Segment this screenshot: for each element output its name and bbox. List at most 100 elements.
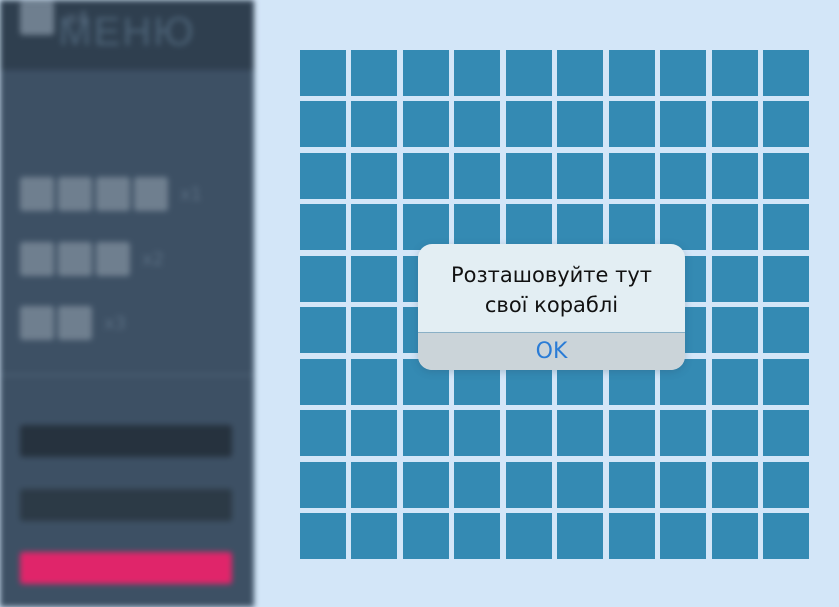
ship-cell xyxy=(96,177,130,211)
board-cell[interactable] xyxy=(711,152,758,199)
board-cell[interactable] xyxy=(711,101,758,148)
board-cell[interactable] xyxy=(454,50,501,96)
board-cell[interactable] xyxy=(505,101,552,148)
ship-cell xyxy=(20,242,54,276)
board-cell[interactable] xyxy=(608,50,655,96)
board-cell[interactable] xyxy=(454,152,501,199)
board-cell[interactable] xyxy=(711,461,758,508)
board-cell[interactable] xyxy=(454,512,501,559)
board-cell[interactable] xyxy=(505,461,552,508)
ship-count: x2 xyxy=(142,248,165,270)
board-cell[interactable] xyxy=(660,50,707,96)
board-cell[interactable] xyxy=(660,512,707,559)
board-cell[interactable] xyxy=(300,255,346,302)
board-cell[interactable] xyxy=(711,410,758,457)
board-cell[interactable] xyxy=(762,461,809,508)
menu-button-2[interactable] xyxy=(20,489,232,521)
board-cell[interactable] xyxy=(660,410,707,457)
board-cell[interactable] xyxy=(711,307,758,354)
board-cell[interactable] xyxy=(711,50,758,96)
board-cell[interactable] xyxy=(762,410,809,457)
board-cell[interactable] xyxy=(402,410,449,457)
ship-cell xyxy=(58,177,92,211)
ship-cell xyxy=(20,1,54,35)
ship-count: x3 xyxy=(104,312,127,334)
board-cell[interactable] xyxy=(762,204,809,251)
board-cell[interactable] xyxy=(300,204,346,251)
board-cell[interactable] xyxy=(762,50,809,96)
board-cell[interactable] xyxy=(608,152,655,199)
board-cell[interactable] xyxy=(711,204,758,251)
ship-row-4[interactable]: x1 xyxy=(20,176,202,212)
board-cell[interactable] xyxy=(557,512,604,559)
board-cell[interactable] xyxy=(505,152,552,199)
menu-button-1[interactable] xyxy=(20,425,232,457)
board-cell[interactable] xyxy=(762,101,809,148)
board-cell[interactable] xyxy=(505,512,552,559)
board-cell[interactable] xyxy=(351,358,398,405)
board-cell[interactable] xyxy=(300,358,346,405)
board-cell[interactable] xyxy=(711,512,758,559)
board-cell[interactable] xyxy=(402,50,449,96)
board-cell[interactable] xyxy=(608,410,655,457)
board-cell[interactable] xyxy=(608,101,655,148)
board-cell[interactable] xyxy=(557,152,604,199)
board-cell[interactable] xyxy=(300,50,346,96)
alert-message-line-1: Розташовуйте тут xyxy=(450,263,653,287)
board-cell[interactable] xyxy=(351,204,398,251)
board-cell[interactable] xyxy=(557,50,604,96)
board-cell[interactable] xyxy=(505,410,552,457)
menu-button-3[interactable] xyxy=(20,552,232,584)
board-cell[interactable] xyxy=(762,307,809,354)
board-cell[interactable] xyxy=(300,101,346,148)
board-cell[interactable] xyxy=(711,255,758,302)
alert-dialog: Розташовуйте тут свої кораблі OK xyxy=(418,244,685,370)
board-cell[interactable] xyxy=(454,410,501,457)
board-cell[interactable] xyxy=(608,512,655,559)
board-cell[interactable] xyxy=(351,307,398,354)
board-cell[interactable] xyxy=(300,152,346,199)
board-cell[interactable] xyxy=(300,461,346,508)
board-cell[interactable] xyxy=(351,461,398,508)
board-cell[interactable] xyxy=(608,461,655,508)
board-cell[interactable] xyxy=(300,307,346,354)
board-cell[interactable] xyxy=(557,101,604,148)
ship-cell xyxy=(58,242,92,276)
board-cell[interactable] xyxy=(300,512,346,559)
menu-divider xyxy=(0,374,254,376)
ship-cell xyxy=(20,177,54,211)
board-cell[interactable] xyxy=(351,512,398,559)
board-cell[interactable] xyxy=(402,152,449,199)
board-cell[interactable] xyxy=(762,358,809,405)
side-menu: МЕНЮ x1 x2 x3 x4 xyxy=(0,0,254,607)
alert-message: Розташовуйте тут свої кораблі xyxy=(418,260,685,320)
ship-row-2[interactable]: x3 xyxy=(20,305,126,341)
board-cell[interactable] xyxy=(351,101,398,148)
board-cell[interactable] xyxy=(351,410,398,457)
board-cell[interactable] xyxy=(660,101,707,148)
board-cell[interactable] xyxy=(402,101,449,148)
board-cell[interactable] xyxy=(762,152,809,199)
board-cell[interactable] xyxy=(454,461,501,508)
board-cell[interactable] xyxy=(711,358,758,405)
board-cell[interactable] xyxy=(557,461,604,508)
board-cell[interactable] xyxy=(351,255,398,302)
board-cell[interactable] xyxy=(454,101,501,148)
ship-cell xyxy=(134,177,168,211)
board-cell[interactable] xyxy=(762,512,809,559)
board-cell[interactable] xyxy=(351,50,398,96)
ship-row-3[interactable]: x2 xyxy=(20,241,164,277)
board-cell[interactable] xyxy=(505,50,552,96)
board-cell[interactable] xyxy=(660,152,707,199)
board-cell[interactable] xyxy=(402,512,449,559)
board-cell[interactable] xyxy=(660,461,707,508)
ship-cell xyxy=(20,306,54,340)
board-cell[interactable] xyxy=(762,255,809,302)
ship-row-1[interactable]: x4 xyxy=(20,0,88,36)
board-cell[interactable] xyxy=(402,461,449,508)
ok-button[interactable]: OK xyxy=(418,333,685,370)
board-cell[interactable] xyxy=(300,410,346,457)
board-cell[interactable] xyxy=(557,410,604,457)
ship-cell xyxy=(58,306,92,340)
board-cell[interactable] xyxy=(351,152,398,199)
